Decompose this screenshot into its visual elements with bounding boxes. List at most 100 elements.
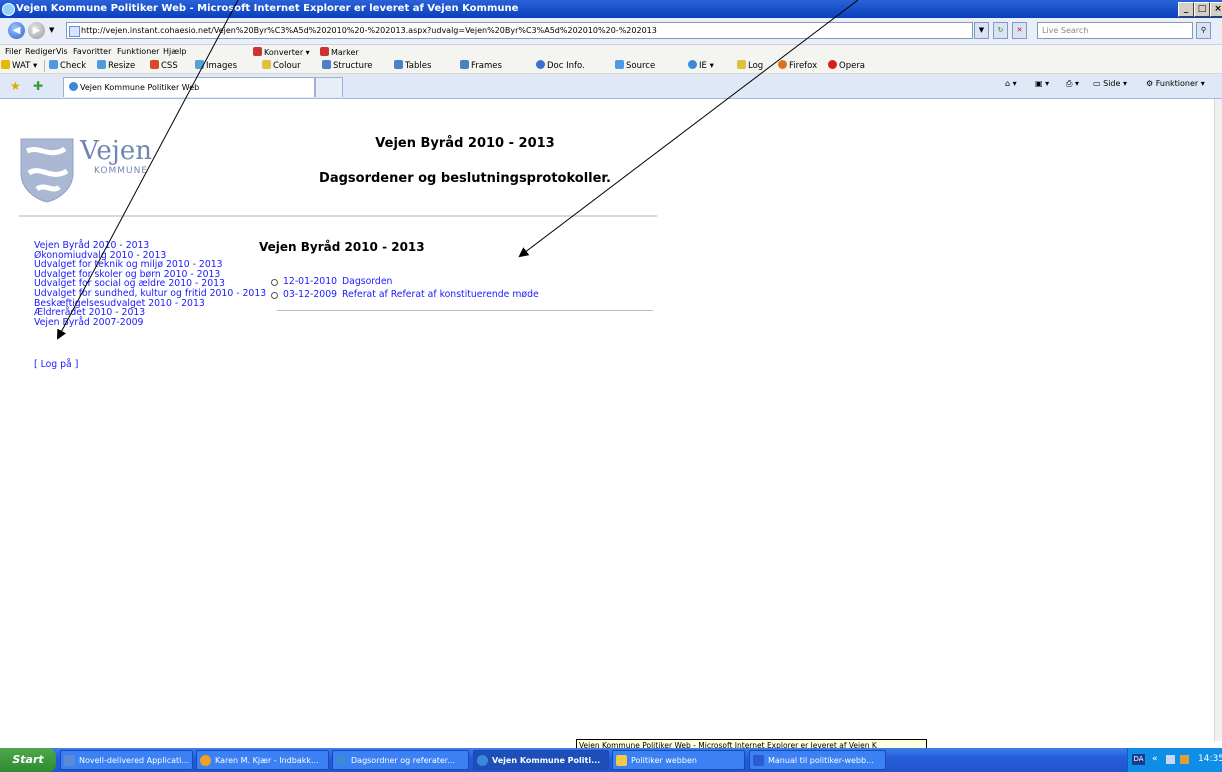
toolbar-firefox[interactable]: Firefox [778, 60, 817, 71]
header-divider [19, 215, 657, 217]
add-favorite-icon[interactable]: ✚ [33, 79, 43, 93]
info-icon [536, 60, 545, 69]
toolbar-colour[interactable]: Colour [262, 60, 301, 71]
menu-bar: Filer Rediger Vis Favoritter Funktioner … [0, 45, 1222, 59]
toolbar-ie[interactable]: IE ▾ [688, 60, 714, 71]
history-dropdown-icon[interactable]: ▼ [49, 26, 54, 34]
home-icon[interactable]: ⌂ ▾ [1005, 79, 1017, 88]
feeds-icon[interactable]: ▣ ▾ [1035, 79, 1049, 88]
print-icon[interactable]: ⎙ ▾ [1066, 79, 1079, 89]
annotation-arrows [57, 0, 859, 340]
menu-favoritter[interactable]: Favoritter [73, 47, 111, 56]
stop-icon[interactable]: ✕ [1012, 22, 1027, 39]
tray-expand-icon[interactable]: « [1152, 754, 1158, 764]
menu-vis[interactable]: Vis [56, 47, 68, 56]
document-row[interactable]: 12-01-2010 Dagsorden [271, 276, 539, 289]
log-label: Log [748, 61, 764, 71]
side-menu[interactable]: ▭ Side ▾ [1093, 79, 1127, 88]
novell-icon [64, 755, 75, 766]
toolbar-log[interactable]: Log [737, 60, 763, 71]
network-icon[interactable] [1166, 755, 1175, 764]
language-indicator[interactable]: DA [1132, 754, 1145, 765]
document-date[interactable]: 12-01-2010 [283, 276, 339, 289]
task-button-active[interactable]: Vejen Kommune Politi... [473, 750, 609, 770]
wat-icon [1, 60, 10, 69]
firefox-icon [778, 60, 787, 69]
toolbar-structure[interactable]: Structure [322, 60, 373, 71]
opera-label: Opera [839, 61, 866, 71]
live-search-input[interactable]: Live Search [1037, 22, 1193, 39]
toolbar-docinfo[interactable]: Doc Info. [536, 60, 585, 71]
refresh-icon[interactable]: ↻ [993, 22, 1008, 39]
favorites-star-icon[interactable]: ★ [10, 79, 21, 93]
toolbar-frames[interactable]: Frames [460, 60, 502, 71]
task-label: Manual til politiker-webb... [768, 756, 874, 765]
document-title[interactable]: Referat af Referat af konstituerende mød… [342, 289, 539, 300]
forward-button[interactable]: ▶ [28, 22, 45, 39]
vertical-scrollbar[interactable] [1214, 99, 1222, 741]
address-dropdown-icon[interactable]: ▼ [974, 22, 989, 39]
clock: 14:35 [1198, 754, 1222, 764]
task-button[interactable]: Politiker webben [612, 750, 745, 770]
frames-icon [460, 60, 469, 69]
toolbar-wat[interactable]: WAT ▾ [1, 60, 37, 71]
marker-button[interactable]: Marker [320, 47, 359, 57]
check-icon [49, 60, 58, 69]
tables-label: Tables [405, 61, 432, 71]
task-label: Vejen Kommune Politi... [492, 756, 601, 765]
menu-funktioner[interactable]: Funktioner [117, 47, 159, 56]
login-link[interactable]: [ Log på ] [34, 359, 78, 370]
mail-icon [200, 755, 211, 766]
resize-icon [97, 60, 106, 69]
committee-nav: Vejen Byråd 2010 - 2013 Økonomiudvalg 20… [34, 241, 266, 327]
address-input[interactable]: http://vejen.instant.cohaesio.net/Vejen%… [66, 22, 973, 39]
task-button[interactable]: Karen M. Kjær - Indbakk... [196, 750, 329, 770]
menu-rediger[interactable]: Rediger [25, 47, 56, 56]
toolbar-resize[interactable]: Resize [97, 60, 135, 71]
start-button[interactable]: Start [0, 748, 56, 772]
toolbar-css[interactable]: CSS [150, 60, 178, 71]
tab-label: Vejen Kommune Politiker Web [80, 83, 200, 92]
toolbar-check[interactable]: Check [49, 60, 86, 71]
task-button[interactable]: Novell-delivered Applicati... [60, 750, 193, 770]
maximize-button[interactable]: □ [1194, 2, 1210, 17]
page-icon [69, 26, 80, 37]
document-divider [277, 310, 653, 311]
menu-filer[interactable]: Filer [5, 47, 22, 56]
structure-label: Structure [333, 61, 373, 71]
toolbar-source[interactable]: Source [615, 60, 655, 71]
tab-active[interactable]: Vejen Kommune Politiker Web [63, 77, 315, 97]
folder-icon [616, 755, 627, 766]
nav-link-byraad-2007[interactable]: Vejen Byråd 2007-2009 [34, 318, 266, 328]
konverter-button[interactable]: Konverter ▾ [253, 47, 310, 57]
toolbar-opera[interactable]: Opera [828, 60, 865, 71]
toolbar-images[interactable]: Images [195, 60, 237, 71]
task-button[interactable]: Manual til politiker-webb... [749, 750, 886, 770]
search-icon[interactable]: ⚲ [1196, 22, 1211, 39]
document-date[interactable]: 03-12-2009 [283, 289, 339, 302]
document-title[interactable]: Dagsorden [342, 276, 392, 287]
ie-task-icon [336, 755, 347, 766]
minimize-button[interactable]: _ [1178, 2, 1194, 17]
toolbar-tables[interactable]: Tables [394, 60, 431, 71]
frames-label: Frames [471, 61, 502, 71]
colour-icon [262, 60, 271, 69]
ie-small-icon [688, 60, 697, 69]
side-label: Side [1103, 79, 1121, 88]
system-tray: DA « 14:35 [1127, 748, 1222, 772]
close-button[interactable]: × [1210, 2, 1222, 17]
tables-icon [394, 60, 403, 69]
funktioner-menu[interactable]: ⚙ Funktioner ▾ [1146, 79, 1205, 88]
menu-hjaelp[interactable]: Hjælp [163, 47, 186, 56]
new-tab-button[interactable] [315, 77, 343, 97]
resize-label: Resize [108, 61, 136, 71]
firefox-label: Firefox [789, 61, 818, 71]
pdf-icon [253, 47, 262, 56]
task-button[interactable]: Dagsordner og referater... [332, 750, 469, 770]
document-list: 12-01-2010 Dagsorden 03-12-2009 Referat … [271, 276, 539, 302]
back-button[interactable]: ◀ [8, 22, 25, 39]
tray-app-icon[interactable] [1180, 755, 1189, 764]
source-label: Source [626, 61, 656, 71]
document-row[interactable]: 03-12-2009 Referat af Referat af konstit… [271, 289, 539, 302]
css-icon [150, 60, 159, 69]
